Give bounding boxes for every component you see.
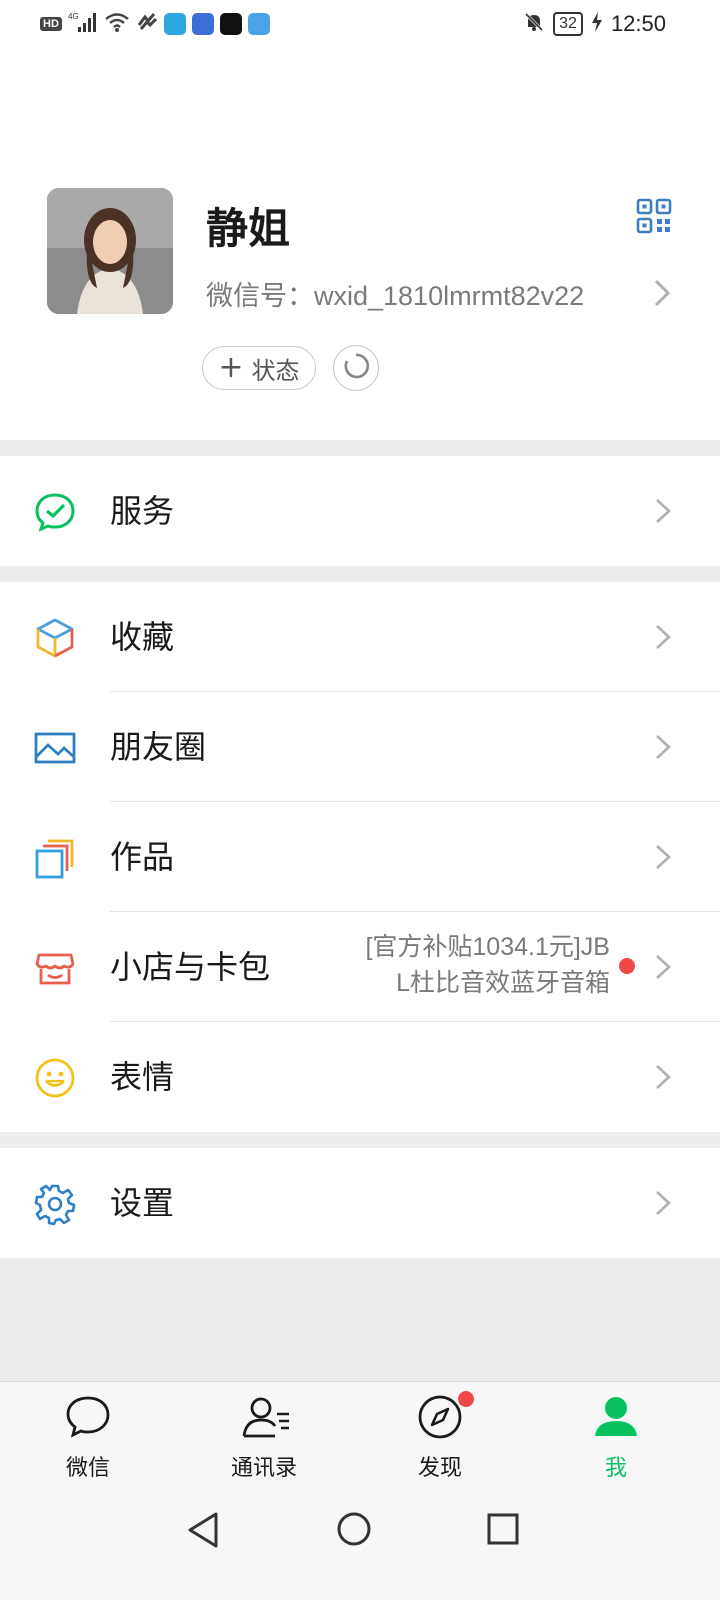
- menu-item-shop[interactable]: 小店与卡包 [官方补贴1034.1元]JB L杜比音效蓝牙音箱: [0, 912, 720, 1022]
- tab-contacts[interactable]: 通讯录: [194, 1382, 334, 1492]
- recents-icon[interactable]: [486, 1512, 520, 1550]
- book-app-icon: [163, 13, 186, 35]
- menu-label: 收藏: [110, 618, 175, 656]
- menu-label: 作品: [110, 838, 175, 876]
- promo-line: [官方补贴1034.1元]JB: [365, 933, 610, 961]
- shop-promo-text: [官方补贴1034.1元]JB L杜比音效蓝牙音箱: [365, 929, 610, 1001]
- tab-label: 微信: [65, 1456, 110, 1481]
- bottom-tab-bar: 微信 通讯录 发现 我: [0, 1381, 720, 1492]
- stacked-cards-icon: [34, 837, 76, 879]
- wechat-pay-check-icon: [34, 491, 76, 533]
- status-bar-right: 32 12:50: [523, 10, 666, 38]
- chevron-right-icon: [654, 733, 672, 765]
- home-icon[interactable]: [336, 1511, 372, 1551]
- shop-notification-dot: [619, 958, 635, 974]
- status-bar: HD 4G 32 12:50: [0, 0, 720, 48]
- hd-badge: HD: [40, 17, 62, 31]
- add-status-button[interactable]: + 状态: [202, 346, 316, 390]
- services-group: 服务: [0, 456, 720, 566]
- tab-label: 我: [604, 1456, 627, 1481]
- plus-icon: +: [218, 350, 244, 385]
- shop-icon: [34, 947, 76, 989]
- settings-group: 设置: [0, 1148, 720, 1258]
- refresh-ring-icon: [343, 353, 370, 383]
- tab-label: 发现: [417, 1456, 462, 1481]
- contacts-icon: [241, 1394, 289, 1440]
- mute-bell-icon: [523, 11, 545, 37]
- signal-icon: 4G: [68, 11, 98, 37]
- clock: 12:50: [610, 11, 666, 36]
- menu-label: 小店与卡包: [110, 948, 271, 986]
- cube-icon: [34, 617, 76, 659]
- menu-item-moments[interactable]: 朋友圈: [0, 692, 720, 802]
- back-icon[interactable]: [186, 1511, 220, 1553]
- promo-line: L杜比音效蓝牙音箱: [396, 969, 610, 997]
- wechat-id: 微信号：wxid_1810lmrmt82v22: [206, 281, 585, 311]
- tab-chats[interactable]: 微信: [18, 1382, 158, 1492]
- chevron-right-icon: [654, 1063, 672, 1095]
- menu-label: 设置: [110, 1184, 175, 1222]
- menu-label: 表情: [110, 1058, 175, 1096]
- menu-item-works[interactable]: 作品: [0, 802, 720, 912]
- chat-bubble-icon: [65, 1394, 111, 1440]
- main-menu-group: 收藏 朋友圈 作品 小店与卡包 [官方补贴1034.1元]JB L杜比音效蓝牙音…: [0, 582, 720, 1132]
- menu-item-stickers[interactable]: 表情: [0, 1022, 720, 1132]
- chevron-right-icon[interactable]: [652, 278, 672, 312]
- data-saver-icon: [136, 11, 158, 37]
- menu-label: 服务: [110, 492, 175, 530]
- chevron-right-icon: [654, 843, 672, 875]
- battery-indicator: 32: [553, 12, 583, 36]
- id-app-icon: [191, 13, 214, 35]
- profile-header[interactable]: 静姐 微信号：wxid_1810lmrmt82v22 + 状态: [0, 48, 720, 440]
- compass-icon: [417, 1394, 463, 1440]
- status-ring-button[interactable]: [333, 345, 379, 391]
- tab-me[interactable]: 我: [546, 1382, 686, 1492]
- menu-item-favorites[interactable]: 收藏: [0, 582, 720, 692]
- menu-item-settings[interactable]: 设置: [0, 1148, 720, 1258]
- smiley-icon: [34, 1057, 76, 1099]
- weather-app-icon: [247, 13, 270, 35]
- image-icon: [34, 727, 76, 769]
- person-icon: [593, 1394, 639, 1440]
- chevron-right-icon: [654, 953, 672, 985]
- status-bar-left: HD 4G: [40, 10, 270, 38]
- profile-name: 静姐: [206, 204, 291, 253]
- chevron-right-icon: [654, 623, 672, 655]
- gear-icon: [34, 1183, 76, 1226]
- menu-label: 朋友圈: [110, 728, 207, 766]
- charging-icon: [591, 11, 603, 37]
- system-nav-bar: [0, 1491, 720, 1600]
- discover-notification-dot: [458, 1391, 474, 1407]
- tab-label: 通讯录: [230, 1456, 297, 1481]
- wifi-icon: [104, 11, 130, 37]
- avatar[interactable]: [47, 188, 173, 314]
- tab-discover[interactable]: 发现: [370, 1382, 510, 1492]
- chevron-right-icon: [654, 497, 672, 529]
- chevron-right-icon: [654, 1189, 672, 1221]
- network-type: 4G: [68, 12, 79, 21]
- qr-code-icon[interactable]: [636, 198, 672, 234]
- menu-item-services[interactable]: 服务: [0, 456, 720, 566]
- tiktok-icon: [219, 13, 242, 35]
- status-button-label: 状态: [251, 356, 300, 385]
